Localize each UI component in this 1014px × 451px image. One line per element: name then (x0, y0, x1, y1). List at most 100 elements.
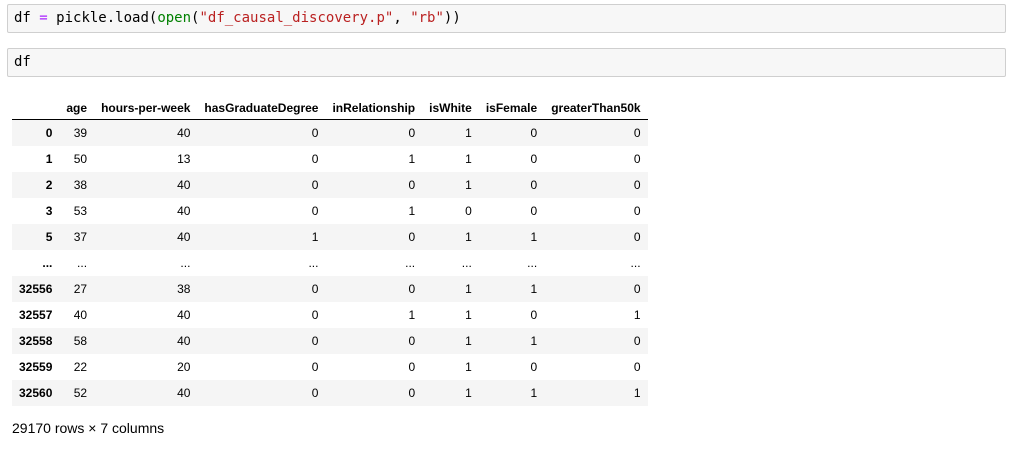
code-token: "df_causal_discovery.p" (199, 10, 394, 26)
table-cell: 0 (465, 204, 472, 218)
table-cell: 0 (311, 360, 319, 374)
table-cell: ... (77, 256, 88, 270)
table-row: 0 39 40 0 0 1 0 0 (12, 119, 648, 146)
table-cell: 0 (408, 386, 416, 400)
table-cell: 0 (633, 178, 641, 192)
table-row: 3 53 40 0 1 0 0 0 (12, 198, 648, 224)
table-row: 32558 58 40 0 0 1 1 0 (12, 328, 648, 354)
notebook: df = pickle.load(open("df_causal_discove… (0, 0, 1014, 451)
table-cell: 40 (177, 386, 191, 400)
table-cell: 0 (311, 282, 319, 296)
table-cell: 0 (633, 230, 641, 244)
row-index: ... (42, 256, 53, 270)
code-token: )) (443, 10, 461, 26)
row-index: 32556 (19, 282, 53, 296)
table-row: 32557 40 40 0 1 1 0 1 (12, 302, 648, 328)
table-row: 5 37 40 1 0 1 1 0 (12, 224, 648, 250)
column-header: hours-per-week (94, 97, 198, 120)
table-cell: 20 (177, 360, 191, 374)
table-row: 32559 22 20 0 0 1 0 0 (12, 354, 648, 380)
table-cell: 58 (73, 334, 88, 348)
table-cell: 1 (465, 178, 472, 192)
table-cell: 52 (73, 386, 88, 400)
table-cell: 1 (530, 230, 538, 244)
table-cell: 1 (465, 152, 472, 166)
table-cell: 0 (408, 282, 416, 296)
table-cell: 0 (311, 126, 319, 140)
table-row: 1 50 13 0 1 1 0 0 (12, 146, 648, 172)
table-cell: 0 (311, 308, 319, 322)
table-cell: 1 (408, 204, 416, 218)
table-cell: 0 (311, 386, 319, 400)
table-cell: 1 (465, 308, 472, 322)
column-header: inRelationship (325, 97, 423, 120)
table-cell: 1 (465, 126, 472, 140)
code-cell-df[interactable]: df (7, 48, 1006, 77)
table-cell: 0 (408, 178, 416, 192)
table-cell: 1 (530, 334, 538, 348)
table-cell: 0 (633, 360, 641, 374)
column-header: greaterThan50k (544, 97, 648, 120)
table-cell: 40 (177, 178, 191, 192)
table-cell: 1 (633, 308, 641, 322)
table-cell: 0 (633, 334, 641, 348)
table-cell: 50 (73, 152, 88, 166)
table-cell: 1 (408, 152, 416, 166)
row-index: 2 (45, 178, 53, 192)
table-cell: 0 (311, 178, 319, 192)
table-cell: 40 (177, 126, 191, 140)
table-cell: 40 (177, 334, 191, 348)
table-cell: 37 (73, 230, 88, 244)
code-cell-load[interactable]: df = pickle.load(open("df_causal_discove… (7, 4, 1006, 33)
column-header: isWhite (422, 97, 479, 120)
table-cell: 0 (530, 178, 538, 192)
table-cell: ... (308, 256, 319, 270)
table-cell: 40 (177, 308, 191, 322)
row-index: 32560 (19, 386, 53, 400)
dataframe-table: age hours-per-week hasGraduateDegree inRela… (12, 97, 648, 406)
table-cell: 0 (633, 152, 641, 166)
table-cell: 27 (73, 282, 88, 296)
code-token: "rb" (410, 10, 444, 26)
row-index: 3 (45, 204, 53, 218)
row-index: 32558 (19, 334, 53, 348)
table-cell: ... (461, 256, 472, 270)
table-cell: ... (180, 256, 191, 270)
code-token: , (393, 10, 411, 26)
table-cell: 53 (73, 204, 88, 218)
header-row: age hours-per-week hasGraduateDegree inRela… (12, 97, 648, 120)
table-cell: 22 (73, 360, 88, 374)
table-cell: 0 (408, 126, 416, 140)
dataframe-summary: 29170 rows × 7 columns (12, 420, 165, 436)
table-cell: 1 (465, 230, 472, 244)
table-cell: 38 (177, 282, 191, 296)
table-row: ........................ (12, 250, 648, 276)
table-cell: 0 (530, 126, 538, 140)
row-index: 1 (45, 152, 53, 166)
table-cell: 1 (465, 360, 472, 374)
code-token: = (39, 10, 48, 26)
table-cell: 0 (311, 204, 319, 218)
row-index: 0 (45, 126, 53, 140)
table-cell: 0 (408, 334, 416, 348)
table-cell: ... (630, 256, 641, 270)
index-header (12, 97, 60, 120)
table-cell: 0 (633, 282, 641, 296)
table-cell: 40 (73, 308, 88, 322)
column-header: isFemale (478, 97, 545, 120)
table-cell: 40 (177, 204, 191, 218)
code-token: open (157, 10, 192, 26)
table-cell: 1 (465, 334, 472, 348)
table-row: 32560 52 40 0 0 1 1 1 (12, 380, 648, 406)
table-cell: 40 (177, 230, 191, 244)
code-token: df (14, 10, 40, 26)
table-cell: 1 (530, 386, 538, 400)
table-cell: ... (405, 256, 416, 270)
row-index: 32559 (19, 360, 53, 374)
table-cell: 0 (530, 152, 538, 166)
table-cell: 0 (530, 360, 538, 374)
code-token: pickle.load( (47, 10, 158, 26)
table-cell: 1 (311, 230, 319, 244)
table-cell: 0 (311, 152, 319, 166)
table-cell: 39 (73, 126, 88, 140)
